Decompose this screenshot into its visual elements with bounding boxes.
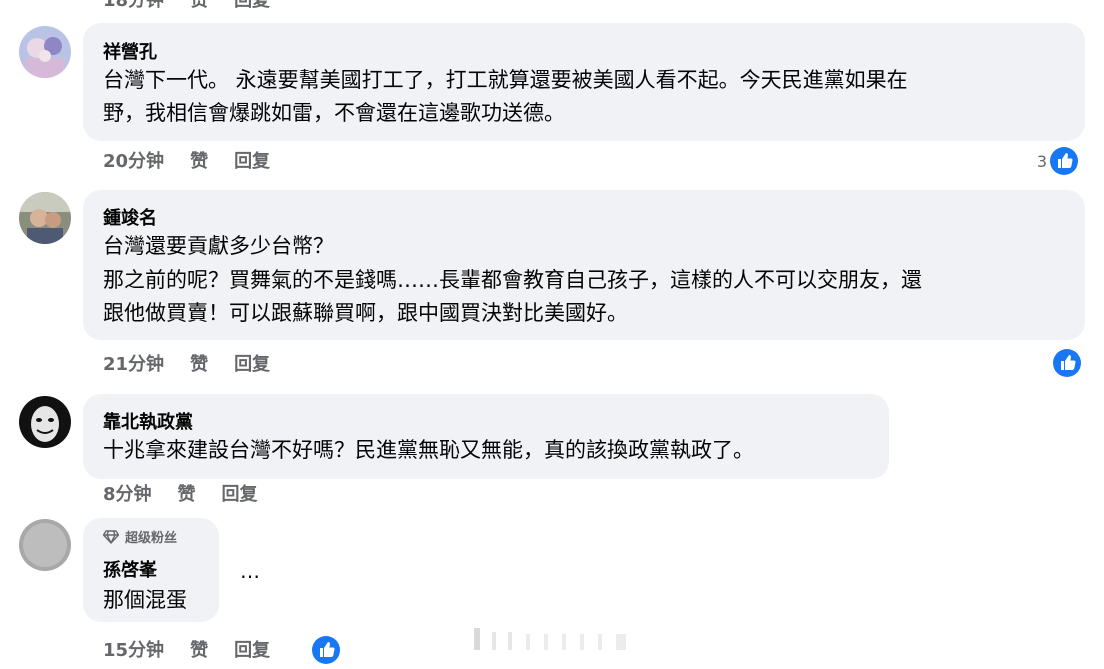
comment-text-line: 十兆拿來建設台灣不好嗎？民進黨無恥又無能，真的該換政黨執政了。 (103, 438, 754, 462)
reply-link[interactable]: 回复 (234, 354, 270, 375)
reply-link[interactable]: 回复 (222, 484, 258, 505)
avatar[interactable] (19, 26, 71, 78)
reaction-count[interactable]: 3 (1025, 152, 1047, 172)
comment-author[interactable]: 祥營孔 (103, 42, 157, 64)
comment-text-line: 跟他做買賣！可以跟蘇聯買啊，跟中國買決對比美國好。 (103, 301, 628, 325)
avatar[interactable] (19, 519, 71, 571)
comment-author[interactable]: 鍾竣名 (103, 208, 157, 230)
like-link[interactable]: 赞 (190, 354, 208, 375)
thumbs-up-icon[interactable] (1053, 349, 1081, 377)
watermark-graphic (470, 626, 650, 654)
comment-text-line: 台灣還要貢獻多少台幣？ (103, 234, 334, 258)
more-options-button[interactable]: … (240, 561, 261, 581)
comment-time: 15分钟 (103, 640, 165, 661)
like-link[interactable]: 赞 (190, 640, 208, 661)
comment-time: 8分钟 (103, 484, 152, 505)
avatar[interactable] (19, 192, 71, 244)
comment-time: 21分钟 (103, 354, 165, 375)
comment-text-line: 那個混蛋 (103, 588, 187, 612)
like-link[interactable]: 赞 (178, 484, 196, 505)
diamond-icon (102, 530, 120, 550)
comment-text-line: 野，我相信會爆跳如雷，不會還在這邊歌功送德。 (103, 101, 565, 125)
fan-badge-label: 超级粉丝 (125, 531, 178, 546)
comment-meta-row: 15分钟 赞 回复 (103, 640, 296, 662)
comment-text-line: 那之前的呢？買舞氣的不是錢嗎……長輩都會教育自己孩子，這樣的人不可以交朋友，還 (103, 268, 922, 292)
comment-meta-row: 8分钟 赞 回复 (103, 484, 284, 506)
reply-link[interactable]: 回复 (234, 151, 270, 172)
reply-link[interactable]: 回复 (234, 640, 270, 661)
comment-meta-row: 21分钟 赞 回复 (103, 354, 296, 376)
comment-time: 18分钟 (103, 0, 165, 11)
thumbs-up-icon[interactable] (1050, 147, 1078, 175)
comment-author[interactable]: 孫啓峯 (103, 560, 157, 582)
thumbs-up-icon[interactable] (312, 636, 340, 664)
comment-meta-row: 18分钟 赞 回复 (103, 0, 296, 12)
like-link[interactable]: 赞 (190, 0, 208, 11)
comment-text-line: 台灣下一代。 永遠要幫美國打工了，打工就算還要被美國人看不起。今天民進黨如果在 (103, 68, 908, 92)
like-link[interactable]: 赞 (190, 151, 208, 172)
comment-time: 20分钟 (103, 151, 165, 172)
avatar[interactable] (19, 396, 71, 448)
comment-meta-row: 20分钟 赞 回复 (103, 151, 296, 173)
comment-author[interactable]: 靠北執政黨 (103, 412, 193, 434)
reply-link[interactable]: 回复 (234, 0, 270, 11)
top-fan-badge: 超级粉丝 (102, 530, 178, 550)
